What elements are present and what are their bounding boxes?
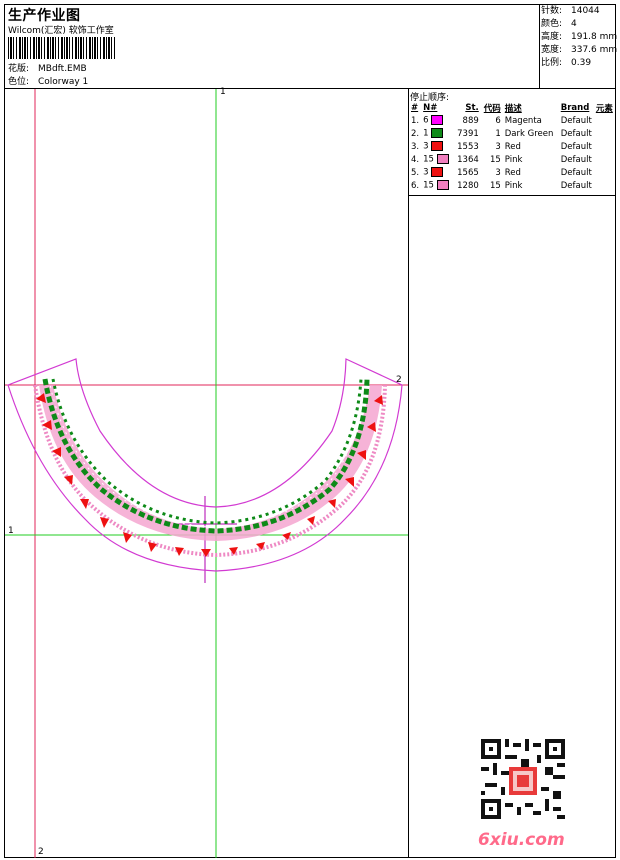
table-row: 2. 1 7391 1 Dark Green Default bbox=[409, 127, 615, 140]
colorway-label: 色位: bbox=[8, 77, 30, 87]
red-axis-label-right: 2 bbox=[396, 375, 402, 385]
needle-number-text: 6 bbox=[423, 115, 432, 126]
red-motif bbox=[148, 542, 157, 552]
table-row: 5. 3 1565 3 Red Default bbox=[409, 166, 615, 179]
brand: Default bbox=[560, 141, 592, 152]
needle-number: 15 bbox=[421, 153, 455, 166]
colorway-value: Colorway 1 bbox=[38, 77, 89, 87]
stat-width: 宽度: 337.6 mm bbox=[541, 45, 618, 55]
design-file-value: MBdft.EMB bbox=[38, 64, 87, 74]
needle-number-text: 3 bbox=[423, 167, 432, 178]
needle-number: 3 bbox=[421, 140, 455, 153]
color-description: Magenta bbox=[504, 115, 542, 126]
brand: Default bbox=[560, 128, 592, 139]
needle-number-text: 1 bbox=[423, 128, 432, 139]
stat-scale: 比例: 0.39 bbox=[541, 58, 592, 68]
qr-code-image bbox=[481, 739, 565, 819]
element bbox=[594, 166, 615, 179]
needle-number: 15 bbox=[421, 179, 455, 192]
design-file-label: 花版: bbox=[8, 64, 30, 74]
needle-number: 6 bbox=[421, 114, 455, 127]
row-index: 2. bbox=[411, 128, 420, 139]
color-code: 15 bbox=[489, 154, 501, 165]
color-code: 15 bbox=[489, 180, 501, 191]
color-description: Pink bbox=[504, 154, 523, 165]
stitch-count: 889 bbox=[462, 115, 479, 126]
embroidery-preview bbox=[5, 89, 408, 858]
color-sequence-table: # N# St. 代码 描述 Brand 元素 1. 6 889 6 Magenta D… bbox=[409, 101, 615, 192]
color-description: Red bbox=[504, 167, 521, 178]
company-name: Wilcom(汇宏) 软饰工作室 bbox=[8, 26, 114, 36]
element bbox=[594, 179, 615, 192]
table-bottom-divider bbox=[408, 195, 616, 196]
element bbox=[594, 114, 615, 127]
stitch-count: 1280 bbox=[457, 180, 479, 191]
colorway-line: 色位: Colorway 1 bbox=[8, 74, 88, 87]
row-index: 3. bbox=[411, 141, 420, 152]
color-description: Pink bbox=[504, 180, 523, 191]
color-code: 3 bbox=[495, 141, 501, 152]
color-code: 1 bbox=[495, 128, 501, 139]
table-row: 4. 15 1364 15 Pink Default bbox=[409, 153, 615, 166]
row-index: 5. bbox=[411, 167, 420, 178]
needle-number-text: 15 bbox=[423, 154, 437, 165]
panel-divider bbox=[408, 88, 409, 858]
needle-number-text: 15 bbox=[423, 180, 437, 191]
stat-stitches: 针数: 14044 bbox=[541, 6, 600, 16]
color-code: 3 bbox=[495, 167, 501, 178]
color-description: Red bbox=[504, 141, 521, 152]
table-row: 1. 6 889 6 Magenta Default bbox=[409, 114, 615, 127]
stats-divider bbox=[539, 4, 540, 88]
brand: Default bbox=[560, 154, 592, 165]
table-row: 3. 3 1553 3 Red Default bbox=[409, 140, 615, 153]
red-motif bbox=[201, 549, 211, 557]
green-axis-label-left: 1 bbox=[8, 526, 14, 536]
color-swatch bbox=[431, 141, 444, 152]
color-description: Dark Green bbox=[504, 128, 554, 139]
stat-height: 高度: 191.8 mm bbox=[541, 32, 618, 42]
needle-number-text: 3 bbox=[423, 141, 432, 152]
stitch-count: 7391 bbox=[457, 128, 479, 139]
element bbox=[594, 127, 615, 140]
brand: Default bbox=[560, 180, 592, 191]
stitch-count: 1553 bbox=[457, 141, 479, 152]
stitch-count: 1565 bbox=[457, 167, 479, 178]
color-code: 6 bbox=[495, 115, 501, 126]
stat-colors: 颜色: 4 bbox=[541, 19, 577, 29]
color-swatch bbox=[431, 128, 444, 139]
needle-number: 3 bbox=[421, 166, 455, 179]
brand: Default bbox=[560, 167, 592, 178]
green-axis-label-top: 1 bbox=[220, 87, 226, 97]
watermark-text: 6xiu.com bbox=[478, 830, 565, 850]
table-header-row: # N# St. 代码 描述 Brand 元素 bbox=[411, 102, 613, 114]
design-file-line: 花版: MBdft.EMB bbox=[8, 61, 87, 74]
brand: Default bbox=[560, 115, 592, 126]
color-swatch bbox=[431, 115, 444, 126]
color-swatch bbox=[436, 154, 449, 165]
page-title: 生产作业图 bbox=[8, 8, 81, 24]
stitch-count: 1364 bbox=[457, 154, 479, 165]
row-index: 4. bbox=[411, 154, 420, 165]
row-index: 6. bbox=[411, 180, 420, 191]
red-axis-label-bottom: 2 bbox=[38, 847, 44, 857]
color-swatch bbox=[436, 180, 449, 191]
element bbox=[594, 140, 615, 153]
element bbox=[594, 153, 615, 166]
needle-number: 1 bbox=[421, 127, 455, 140]
barcode-image bbox=[8, 37, 116, 59]
color-swatch bbox=[431, 167, 444, 178]
row-index: 1. bbox=[411, 115, 420, 126]
table-row: 6. 15 1280 15 Pink Default bbox=[409, 179, 615, 192]
design-stats: 针数: 14044 颜色: 4 高度: 191.8 mm 宽度: 337.6 mm 比例… bbox=[541, 5, 617, 70]
